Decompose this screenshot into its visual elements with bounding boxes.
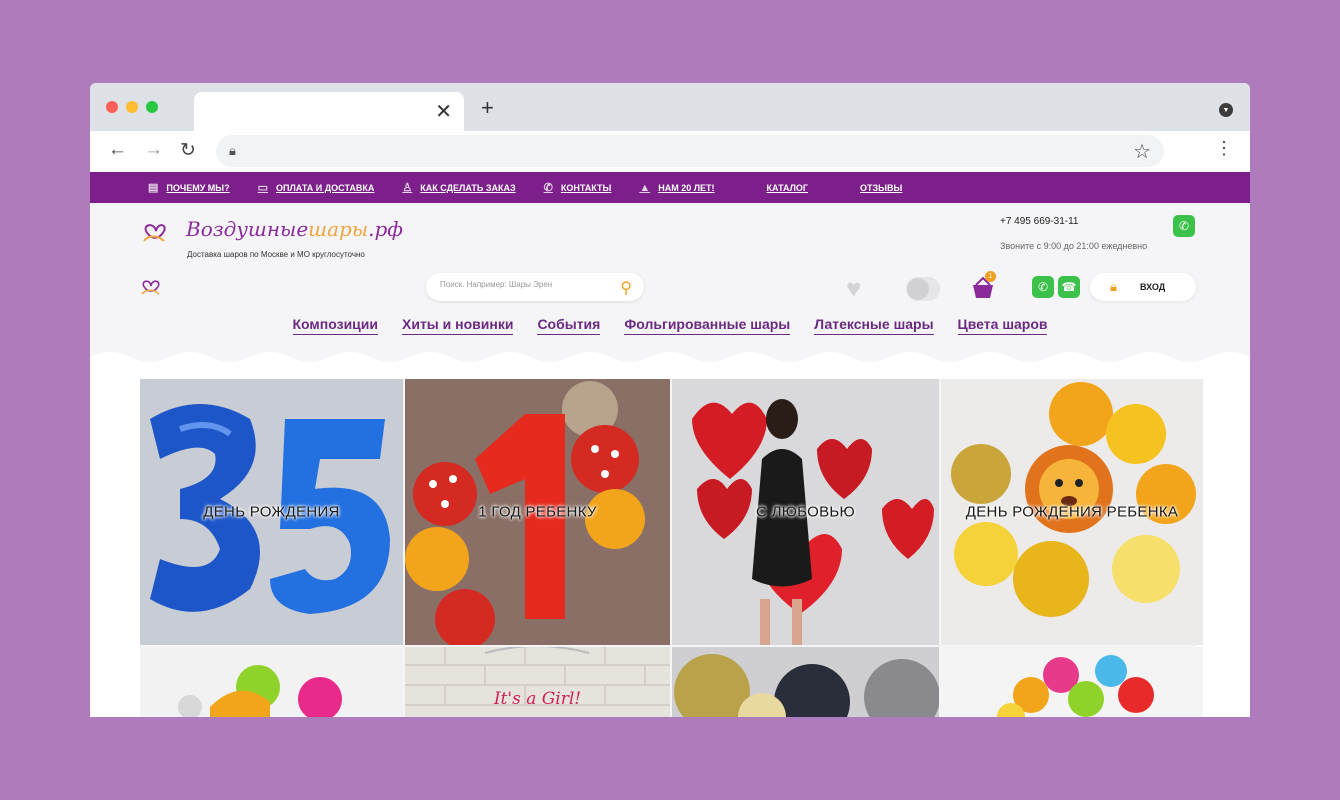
favorites-heart-icon[interactable]: ♥ bbox=[846, 275, 861, 301]
compare-toggle[interactable] bbox=[906, 277, 940, 301]
close-tab-icon[interactable]: ✕ bbox=[435, 99, 452, 124]
category-navigation: Композиции Хиты и новинки События Фольги… bbox=[90, 316, 1250, 335]
cart-count-badge: 1 bbox=[985, 271, 996, 282]
tab-search-icon[interactable]: ▼ bbox=[1219, 103, 1233, 117]
mini-logo-icon[interactable] bbox=[138, 278, 164, 298]
phone-number[interactable]: +7 495 669-31-11 bbox=[1000, 216, 1079, 227]
truck-icon: ▭ bbox=[257, 182, 269, 194]
browser-menu-icon[interactable]: ⋮ bbox=[1215, 138, 1233, 159]
tile-row2-its-a-girl[interactable]: It's a Girl! bbox=[405, 647, 670, 717]
colorful-balloons-image bbox=[140, 647, 403, 717]
category-latex[interactable]: Латексные шары bbox=[814, 316, 934, 335]
tile-first-year[interactable]: 1 ГОД РЕБЕНКУ bbox=[405, 379, 670, 645]
building-icon: ▤ bbox=[148, 182, 159, 194]
logo-text[interactable]: Воздушныешары.рф bbox=[186, 217, 403, 241]
tab-strip: ✕ + ▼ bbox=[90, 83, 1250, 131]
login-button[interactable]: 🔒︎ ВХОД bbox=[1090, 273, 1196, 301]
toggle-knob bbox=[907, 278, 929, 300]
browser-tab[interactable]: ✕ bbox=[194, 92, 464, 131]
search-input[interactable] bbox=[440, 280, 600, 289]
topnav-item-catalog[interactable]: КАТАЛОГ bbox=[767, 183, 809, 193]
category-hits[interactable]: Хиты и новинки bbox=[402, 316, 514, 335]
category-tiles-grid: ДЕНЬ РОЖДЕНИЯ 1 ГОД РЕБЕНКУ С ЛЮБОВЬЮ ДЕ… bbox=[140, 379, 1203, 717]
topnav-item-why-us[interactable]: ▤ ПОЧЕМУ МЫ? bbox=[148, 181, 230, 194]
wave-divider bbox=[90, 352, 1250, 369]
close-window-button[interactable] bbox=[106, 101, 118, 113]
search-box: ⚲ bbox=[426, 273, 644, 301]
tile-with-love[interactable]: С ЛЮБОВЬЮ bbox=[672, 379, 939, 645]
bright-balloons-image bbox=[941, 647, 1203, 717]
category-events[interactable]: События bbox=[537, 316, 601, 335]
tagline: Доставка шаров по Москве и МО круглосуто… bbox=[187, 250, 365, 259]
reload-icon[interactable]: ↻ bbox=[180, 139, 196, 162]
lock-icon: 🔒︎ bbox=[1110, 279, 1117, 294]
tile-label: ДЕНЬ РОЖДЕНИЯ bbox=[203, 503, 340, 521]
address-toolbar: ← → ↻ 🔒︎ ☆ ⋮ bbox=[90, 131, 1250, 172]
topnav-item-how-to-order[interactable]: ♙ КАК СДЕЛАТЬ ЗАКАЗ bbox=[402, 181, 515, 194]
topnav-item-contacts[interactable]: ✆ КОНТАКТЫ bbox=[544, 181, 612, 194]
tile-label: ДЕНЬ РОЖДЕНИЯ РЕБЕНКА bbox=[965, 503, 1179, 521]
phone-icon: ✆ bbox=[543, 182, 553, 194]
tile-row2-bright[interactable] bbox=[941, 647, 1203, 717]
back-arrow-icon[interactable]: ← bbox=[108, 139, 127, 161]
tile-row2-metallic[interactable] bbox=[672, 647, 939, 717]
topnav-item-payment-delivery[interactable]: ▭ ОПЛАТА И ДОСТАВКА bbox=[258, 181, 375, 194]
tile-kids-birthday[interactable]: ДЕНЬ РОЖДЕНИЯ РЕБЕНКА bbox=[941, 379, 1203, 645]
address-bar[interactable]: 🔒︎ ☆ bbox=[216, 135, 1164, 167]
phone-call-icon[interactable]: ☎ bbox=[1058, 276, 1080, 298]
thumbs-up-icon: ▲ bbox=[639, 181, 651, 194]
tile-birthday[interactable]: ДЕНЬ РОЖДЕНИЯ bbox=[140, 379, 403, 645]
search-icon[interactable]: ⚲ bbox=[620, 278, 632, 298]
minimize-window-button[interactable] bbox=[126, 101, 138, 113]
whatsapp-icon[interactable]: ✆ bbox=[1032, 276, 1054, 298]
forward-arrow-icon[interactable]: → bbox=[144, 139, 163, 161]
bookmark-star-icon[interactable]: ☆ bbox=[1133, 139, 1151, 164]
metallic-balloons-image bbox=[672, 647, 939, 717]
topnav-item-reviews[interactable]: ОТЗЫВЫ bbox=[860, 183, 902, 193]
category-colors[interactable]: Цвета шаров bbox=[957, 316, 1048, 335]
new-tab-button[interactable]: + bbox=[481, 95, 494, 121]
maximize-window-button[interactable] bbox=[146, 101, 158, 113]
top-navigation: ▤ ПОЧЕМУ МЫ? ▭ ОПЛАТА И ДОСТАВКА ♙ КАК СДЕЛ… bbox=[90, 172, 1250, 203]
topnav-item-20-years[interactable]: ▲ НАМ 20 ЛЕТ! bbox=[639, 182, 714, 194]
tile-label: 1 ГОД РЕБЕНКУ bbox=[478, 503, 597, 521]
category-compositions[interactable]: Композиции bbox=[292, 316, 378, 335]
its-a-girl-text: It's a Girl! bbox=[493, 689, 582, 709]
person-icon: ♙ bbox=[402, 182, 413, 194]
category-foil[interactable]: Фольгированные шары bbox=[624, 316, 791, 335]
browser-window: ✕ + ▼ ← → ↻ 🔒︎ ☆ ⋮ ▤ ПОЧЕМУ МЫ? ▭ ОПЛАТА И… bbox=[90, 83, 1250, 717]
working-hours: Звоните с 9:00 до 21:00 ежедневно bbox=[1000, 241, 1148, 251]
whatsapp-icon[interactable]: ✆ bbox=[1173, 215, 1195, 237]
lock-icon: 🔒︎ bbox=[229, 143, 236, 158]
tile-row2-colorful[interactable] bbox=[140, 647, 403, 717]
tile-label: С ЛЮБОВЬЮ bbox=[755, 503, 856, 521]
logo-balloons-icon[interactable] bbox=[138, 221, 172, 247]
site-header: Воздушныешары.рф Доставка шаров по Москв… bbox=[90, 203, 1250, 369]
